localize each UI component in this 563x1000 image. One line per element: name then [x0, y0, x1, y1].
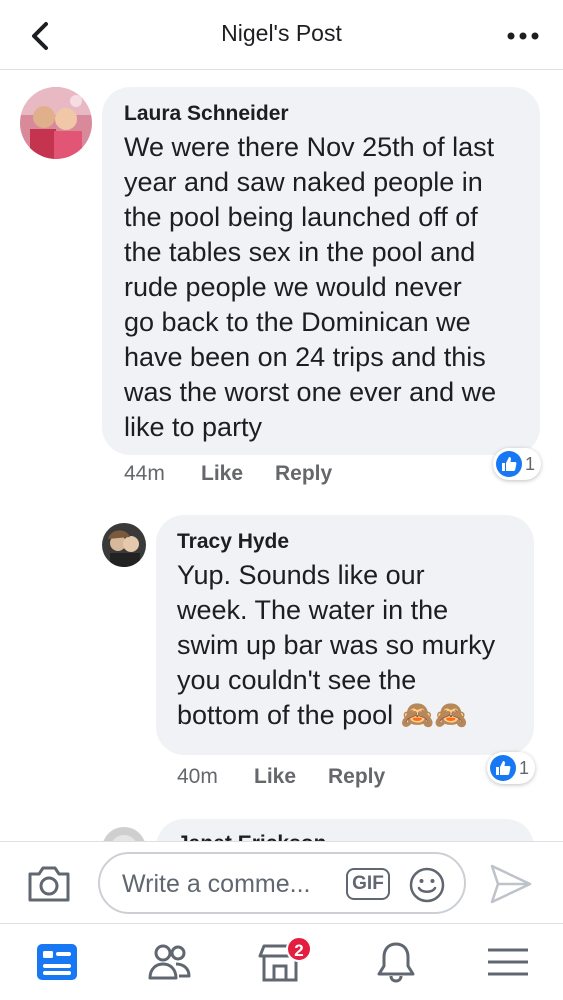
reply-button[interactable]: Reply [275, 462, 332, 486]
reaction-number: 1 [525, 453, 536, 474]
news-feed-icon [37, 944, 77, 980]
avatar[interactable] [20, 87, 92, 159]
emoji-button[interactable] [408, 866, 446, 904]
comment-input[interactable]: Write a comme... GIF [98, 852, 466, 914]
nav-menu[interactable] [484, 938, 532, 986]
nav-friends[interactable] [146, 938, 194, 986]
more-options-button[interactable] [503, 22, 543, 50]
reaction-number: 1 [519, 757, 530, 778]
comment-author[interactable]: Laura Schneider [124, 102, 289, 126]
comments-list: Laura Schneider We were there Nov 25th o… [0, 71, 563, 841]
notification-badge: 2 [286, 936, 312, 962]
comment-timestamp: 44m [124, 462, 165, 485]
nav-news-feed[interactable] [34, 938, 82, 986]
reaction-count[interactable]: 1 [487, 752, 536, 784]
comment-text: Yup. Sounds like our week. The water in … [177, 560, 496, 730]
comment-input-placeholder: Write a comme... [122, 870, 311, 898]
friends-icon [148, 944, 191, 980]
comment-author[interactable]: Tracy Hyde [177, 530, 289, 554]
camera-button[interactable] [26, 864, 72, 904]
notifications-icon [377, 942, 415, 983]
reaction-count[interactable]: 1 [493, 448, 542, 480]
page-title: Nigel's Post [221, 20, 342, 46]
avatar[interactable] [102, 827, 146, 841]
comment-text: We were there Nov 25th of last year and … [124, 132, 497, 442]
camera-icon [28, 866, 70, 902]
top-bar: Nigel's Post [0, 0, 563, 70]
menu-icon [488, 948, 528, 976]
nav-marketplace[interactable]: 2 [258, 936, 312, 986]
more-horizontal-icon [507, 32, 539, 40]
like-button[interactable]: Like [254, 765, 296, 789]
comment-timestamp: 40m [177, 765, 218, 788]
comment-author[interactable]: Janet Erickson [177, 832, 326, 841]
bottom-navigation: 2 [0, 923, 563, 1000]
comment-composer: Write a comme... GIF [0, 841, 563, 923]
smiley-icon [409, 867, 445, 903]
reply-button[interactable]: Reply [328, 765, 385, 789]
nav-notifications[interactable] [372, 938, 420, 986]
thumbs-up-icon [490, 755, 516, 781]
like-button[interactable]: Like [201, 462, 243, 486]
thumbs-up-icon [496, 451, 522, 477]
send-button[interactable] [488, 862, 534, 906]
send-icon [490, 864, 532, 904]
gif-button[interactable]: GIF [346, 868, 390, 900]
avatar[interactable] [102, 523, 146, 567]
